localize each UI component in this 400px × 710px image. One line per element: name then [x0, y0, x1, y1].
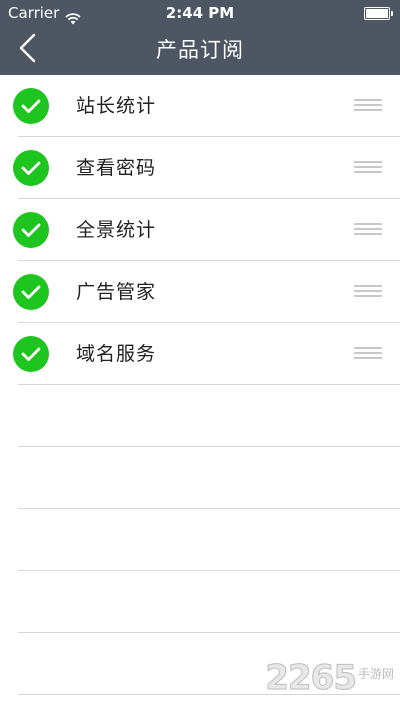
subscription-row[interactable]: 查看密码 [0, 137, 400, 199]
checkmark-icon[interactable] [13, 150, 49, 186]
battery-icon [364, 7, 393, 20]
subscription-label: 站长统计 [76, 95, 157, 117]
checkmark-icon[interactable] [13, 274, 49, 310]
status-bar: Carrier 2:44 PM [0, 0, 400, 26]
empty-row [0, 385, 400, 447]
checkmark-icon[interactable] [13, 212, 49, 248]
drag-handle-icon[interactable] [354, 223, 382, 237]
navigation-bar: 产品订阅 [0, 26, 400, 75]
checkmark-icon[interactable] [13, 88, 49, 124]
watermark-number: 2265 [265, 658, 358, 699]
subscription-label: 查看密码 [76, 157, 157, 179]
subscription-row[interactable]: 全景统计 [0, 199, 400, 261]
subscription-label: 域名服务 [76, 343, 157, 365]
drag-handle-icon[interactable] [354, 347, 382, 361]
empty-row [0, 447, 400, 509]
top-bar: Carrier 2:44 PM 产品订阅 [0, 0, 400, 75]
subscription-row[interactable]: 域名服务 [0, 323, 400, 385]
site-watermark: 2265 手游网 [265, 658, 394, 699]
drag-handle-icon[interactable] [354, 285, 382, 299]
subscription-row[interactable]: 广告管家 [0, 261, 400, 323]
drag-handle-icon[interactable] [354, 161, 382, 175]
subscription-row[interactable]: 站长统计 [0, 75, 400, 137]
empty-row [0, 571, 400, 633]
status-time: 2:44 PM [165, 4, 235, 22]
empty-row [0, 509, 400, 571]
subscription-label: 广告管家 [76, 281, 157, 303]
subscription-label: 全景统计 [76, 219, 157, 241]
checkmark-icon[interactable] [13, 336, 49, 372]
drag-handle-icon[interactable] [354, 99, 382, 113]
page-title: 产品订阅 [156, 38, 244, 62]
subscription-list: 站长统计 查看密码 全景统计 广告管家 域名服务 [0, 75, 400, 695]
watermark-text: 手游网 [357, 667, 394, 681]
